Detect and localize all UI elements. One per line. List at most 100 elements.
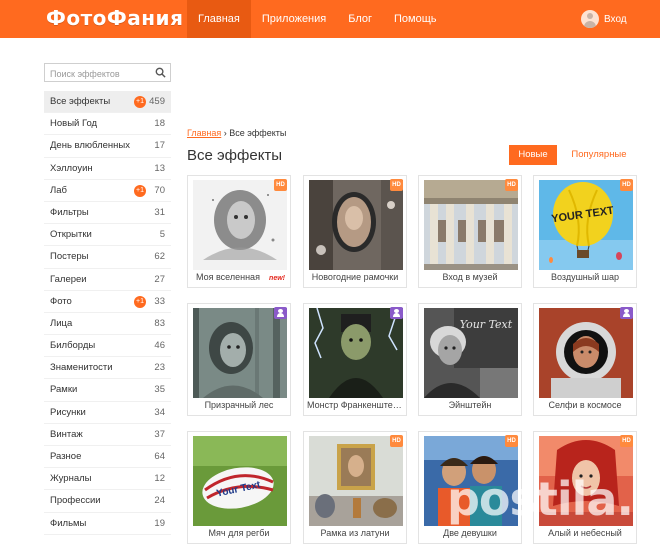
sidebar-item-label: Винтаж: [50, 428, 83, 440]
effect-card[interactable]: HD Новогодние рамочки: [303, 175, 407, 288]
sidebar-item[interactable]: Рамки 35: [44, 379, 171, 402]
breadcrumb: Главная › Все эффекты: [187, 128, 286, 138]
sidebar-item-count: 62: [154, 251, 165, 263]
person-badge-icon: [620, 307, 633, 319]
sidebar-item[interactable]: Журналы 12: [44, 468, 171, 491]
effect-card-caption: Рамка из латуни: [320, 528, 390, 538]
hd-badge-icon: HD: [274, 179, 287, 191]
sidebar-item-label: Лица: [50, 317, 73, 329]
sidebar-item-count: 33: [154, 295, 165, 307]
login-button[interactable]: Вход: [581, 10, 627, 28]
effect-card[interactable]: Your Text Мяч для регби: [187, 431, 291, 544]
sidebar-item-count: 17: [154, 140, 165, 152]
sidebar-item-label: Фильмы: [50, 517, 87, 529]
chalk-your-text: Your Text: [460, 318, 513, 331]
new-year-frame-thumb: [309, 180, 403, 270]
sidebar-item-label: Рамки: [50, 384, 78, 396]
search-icon[interactable]: [155, 67, 166, 78]
person-badge-icon: [274, 307, 287, 319]
effect-card[interactable]: HD Моя вселенная new!: [187, 175, 291, 288]
sidebar-item-label: День влюбленных: [50, 140, 130, 152]
hd-badge-icon: HD: [390, 179, 403, 191]
nav-help[interactable]: Помощь: [383, 0, 448, 38]
effect-card[interactable]: Селфи в космосе: [533, 303, 637, 416]
sidebar-item-label: Билборды: [50, 340, 96, 352]
effect-card-caption: Алый и небесный: [548, 528, 622, 538]
person-badge-icon: [390, 307, 403, 319]
sidebar-item-count: 27: [154, 273, 165, 285]
effects-search: [44, 63, 171, 83]
universe-portrait-thumb: [193, 180, 287, 270]
ghost-forest-thumb: [193, 308, 287, 398]
sidebar-item[interactable]: Хэллоуин 13: [44, 158, 171, 180]
sidebar-item[interactable]: Галереи 27: [44, 269, 171, 291]
effect-card[interactable]: Your Text Эйнштейн: [418, 303, 522, 416]
sidebar-item-count: 46: [154, 340, 165, 352]
effect-card[interactable]: Монстр Франкенштейна: [303, 303, 407, 416]
sidebar-item-count: 12: [154, 473, 165, 485]
effect-card[interactable]: HD Рамка из латуни: [303, 431, 407, 544]
rugby-ball-thumb: Your Text: [193, 436, 287, 526]
effect-card[interactable]: YOUR TEXT HD Воздушный шар: [533, 175, 637, 288]
space-selfie-thumb: [539, 308, 633, 398]
hd-badge-icon: HD: [620, 179, 633, 191]
sidebar-item-count: 459: [149, 96, 165, 107]
sidebar-item-count: 19: [154, 517, 165, 529]
einstein-chalkboard-thumb: Your Text: [424, 308, 518, 398]
top-navbar: ФотоФания Главная Приложения Блог Помощь…: [0, 0, 660, 38]
page-title: Все эффекты: [187, 147, 283, 164]
sidebar-item-label: Профессии: [50, 495, 101, 507]
search-input[interactable]: [45, 65, 153, 83]
hot-air-balloon-thumb: YOUR TEXT: [539, 180, 633, 270]
sidebar-item[interactable]: Все эффекты +1 459: [44, 91, 171, 114]
new-count-badge: +1: [134, 96, 146, 108]
site-logo[interactable]: ФотоФания: [46, 6, 183, 32]
sidebar-item[interactable]: Знаменитости 23: [44, 357, 171, 380]
effect-card[interactable]: HD Вход в музей: [418, 175, 522, 288]
sidebar-item-count: 35: [154, 384, 165, 396]
sidebar-item-label: Фото: [50, 295, 72, 307]
sidebar-item-count: 5: [159, 229, 165, 241]
sort-new-button[interactable]: Новые: [509, 145, 557, 165]
sidebar-item-count: 13: [154, 162, 165, 174]
sidebar-item-count: 18: [154, 118, 165, 130]
sidebar-item-count: 64: [154, 451, 165, 462]
breadcrumb-current: Все эффекты: [229, 128, 287, 138]
nav-blog[interactable]: Блог: [337, 0, 383, 38]
breadcrumb-home-link[interactable]: Главная: [187, 128, 221, 138]
sidebar-item[interactable]: Новый Год 18: [44, 113, 171, 136]
sidebar-item-count: 70: [154, 184, 165, 196]
sidebar-item-label: Хэллоуин: [50, 162, 93, 174]
new-tag: new!: [269, 275, 285, 282]
sidebar-item[interactable]: Фото +1 33: [44, 291, 171, 313]
sidebar-item-count: 31: [154, 206, 165, 218]
sort-popular-button[interactable]: Популярные: [568, 145, 630, 165]
effect-card-caption: Вход в музей: [442, 272, 498, 282]
sidebar-item[interactable]: День влюбленных 17: [44, 135, 171, 158]
sidebar-item[interactable]: Лица 83: [44, 313, 171, 336]
sidebar-item[interactable]: Фильмы 19: [44, 513, 171, 535]
sidebar-item[interactable]: Фильтры 31: [44, 202, 171, 225]
breadcrumb-separator: ›: [223, 128, 227, 138]
sidebar-item[interactable]: Постеры 62: [44, 246, 171, 269]
sidebar-item[interactable]: Разное 64: [44, 446, 171, 469]
sidebar-item-label: Разное: [50, 451, 82, 462]
effect-card-caption: Мяч для регби: [208, 528, 270, 538]
sidebar-item[interactable]: Рисунки 34: [44, 402, 171, 424]
sidebar-item-label: Лаб: [50, 184, 67, 196]
sidebar-item[interactable]: Винтаж 37: [44, 424, 171, 446]
nav-apps[interactable]: Приложения: [251, 0, 337, 38]
sidebar-item[interactable]: Лаб +1 70: [44, 180, 171, 202]
nav-home[interactable]: Главная: [187, 0, 251, 38]
new-count-badge: +1: [134, 184, 146, 197]
sidebar-item-count: 37: [154, 428, 165, 440]
effect-card-caption: Призрачный лес: [204, 400, 274, 410]
sidebar-item[interactable]: Открытки 5: [44, 224, 171, 247]
sidebar-item[interactable]: Профессии 24: [44, 490, 171, 513]
sidebar-item-label: Журналы: [50, 473, 92, 485]
sidebar-item-label: Все эффекты: [50, 96, 111, 107]
hd-badge-icon: HD: [620, 435, 633, 447]
effect-card[interactable]: Призрачный лес: [187, 303, 291, 416]
sidebar-item[interactable]: Билборды 46: [44, 335, 171, 358]
sidebar-item-count: 83: [154, 317, 165, 329]
